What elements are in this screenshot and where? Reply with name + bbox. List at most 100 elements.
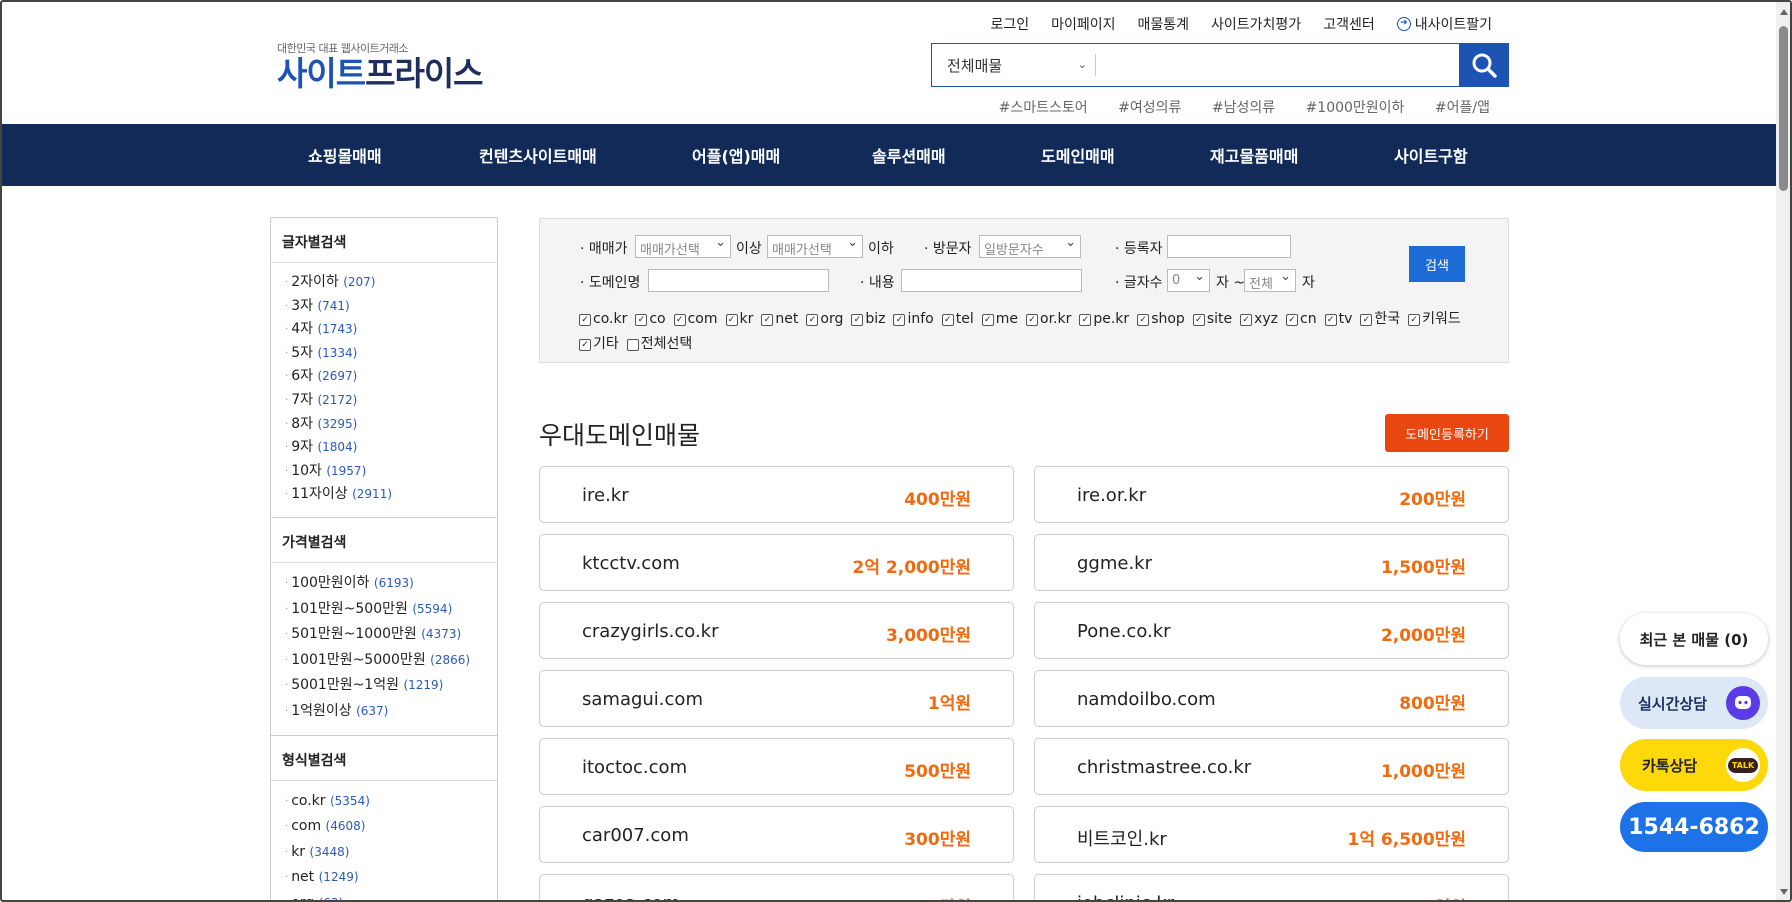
listing-card[interactable]: itoctoc.com 500만원 xyxy=(539,738,1014,795)
ext-checkbox[interactable]: ✓ site xyxy=(1192,307,1232,332)
ext-checkbox[interactable]: ✓ 키워드 xyxy=(1408,307,1461,332)
item-label: 101만원~500만원 xyxy=(291,600,408,617)
search-button[interactable] xyxy=(1459,43,1509,87)
gnb-content[interactable]: 컨텐츠사이트매매 xyxy=(479,143,597,167)
nav-sell-site[interactable]: ➜ 내사이트팔기 xyxy=(1396,14,1492,34)
ext-checkbox[interactable]: ✓ co.kr xyxy=(579,307,627,332)
ext-checkbox[interactable]: ✓ org xyxy=(806,307,843,332)
ext-checkbox[interactable]: ✓ pe.kr xyxy=(1079,307,1129,332)
listing-card[interactable]: 비트코인.kr 1억 6,500만원 xyxy=(1034,806,1509,863)
ext-checkbox[interactable]: ✓ kr xyxy=(725,307,753,332)
ext-checkbox[interactable]: ✓ cn xyxy=(1286,307,1317,332)
gnb-wanted[interactable]: 사이트구함 xyxy=(1394,143,1468,167)
gnb-solution[interactable]: 솔루션매매 xyxy=(872,143,946,167)
sidebar-price-item[interactable]: 501만원~1000만원 (4373) xyxy=(285,622,497,648)
kakao-chat-button[interactable]: 카톡상담 TALK xyxy=(1620,739,1768,791)
listing-card[interactable]: crazygirls.co.kr 3,000만원 xyxy=(539,602,1014,659)
sidebar-char-item[interactable]: 2자이하 (207) xyxy=(285,271,497,295)
live-chat-button[interactable]: 실시간상담 xyxy=(1620,677,1768,729)
sidebar-char-item[interactable]: 5자 (1334) xyxy=(285,342,497,366)
sidebar-price-item[interactable]: 100만원이하 (6193) xyxy=(285,571,497,597)
sidebar-format-item[interactable]: net (1249) xyxy=(285,865,497,891)
nav-support[interactable]: 고객센터 xyxy=(1323,14,1375,34)
filter-search-button[interactable]: 검색 xyxy=(1409,246,1465,282)
sidebar-price-item[interactable]: 5001만원~1억원 (1219) xyxy=(285,673,497,699)
gnb-inventory[interactable]: 재고물품매매 xyxy=(1210,143,1298,167)
ext-checkbox[interactable]: ✓ me xyxy=(981,307,1018,332)
ext-checkbox[interactable]: ✓ net xyxy=(761,307,798,332)
sidebar-format-item[interactable]: co.kr (5354) xyxy=(285,789,497,815)
register-domain-button[interactable]: 도메인등록하기 xyxy=(1385,414,1509,452)
ext-checkbox[interactable]: ✓ tel xyxy=(941,307,974,332)
scrollbar-thumb[interactable] xyxy=(1779,26,1788,191)
content-input[interactable] xyxy=(901,269,1082,292)
sidebar-char-item[interactable]: 4자 (1743) xyxy=(285,318,497,342)
sidebar-char-item[interactable]: 10자 (1957) xyxy=(285,460,497,484)
sidebar-price-item[interactable]: 1억원이상 (637) xyxy=(285,699,497,725)
listing-card[interactable]: gazea.com 1,000만원 xyxy=(539,874,1014,900)
ext-checkbox[interactable]: ✓ info xyxy=(893,307,934,332)
domain-input[interactable] xyxy=(648,269,829,292)
scroll-up-arrow-icon[interactable] xyxy=(1780,9,1788,15)
sidebar-format-item[interactable]: org (63) xyxy=(285,891,497,900)
listing-card[interactable]: ggme.kr 1,500만원 xyxy=(1034,534,1509,591)
chars-min-select[interactable]: 0 xyxy=(1167,269,1210,292)
ext-checkbox[interactable]: ✓ 한국 xyxy=(1360,307,1400,332)
sidebar-char-item[interactable]: 3자 (741) xyxy=(285,295,497,319)
chevron-down-icon: ⌄ xyxy=(1077,58,1087,71)
listing-card[interactable]: samagui.com 1억원 xyxy=(539,670,1014,727)
sidebar-char-item[interactable]: 9자 (1804) xyxy=(285,436,497,460)
chars-max-select[interactable]: 전체 xyxy=(1244,269,1296,292)
ext-checkbox[interactable]: ✓ shop xyxy=(1137,307,1185,332)
sidebar-char-item[interactable]: 6자 (2697) xyxy=(285,365,497,389)
price-max-select[interactable]: 매매가선택 xyxy=(767,235,863,258)
listing-card[interactable]: christmastree.co.kr 1,000만원 xyxy=(1034,738,1509,795)
sidebar-char-item[interactable]: 11자이상 (2911) xyxy=(285,483,497,507)
search-category-select[interactable]: 전체매물 ⌄ xyxy=(932,44,1095,86)
listing-card[interactable]: car007.com 300만원 xyxy=(539,806,1014,863)
scrollbar[interactable] xyxy=(1776,2,1790,900)
sidebar-price-item[interactable]: 101만원~500만원 (5594) xyxy=(285,597,497,623)
ext-checkbox[interactable]: ✓ xyz xyxy=(1240,307,1278,332)
nav-valuation[interactable]: 사이트가치평가 xyxy=(1211,14,1301,34)
checkbox-checked-icon: ✓ xyxy=(673,313,686,326)
sidebar-format-item[interactable]: kr (3448) xyxy=(285,840,497,866)
ext-checkbox[interactable]: ✓ co xyxy=(635,307,666,332)
gnb-shopping[interactable]: 쇼핑몰매매 xyxy=(308,143,382,167)
sidebar-char-item[interactable]: 8자 (3295) xyxy=(285,413,497,437)
sidebar-format-item[interactable]: com (4608) xyxy=(285,814,497,840)
nav-stats[interactable]: 매물통계 xyxy=(1137,14,1189,34)
nav-login[interactable]: 로그인 xyxy=(990,14,1029,34)
select-all-checkbox[interactable]: 전체선택 xyxy=(626,332,692,357)
listing-card[interactable]: namdoilbo.com 800만원 xyxy=(1034,670,1509,727)
visitor-select[interactable]: 일방문자수 xyxy=(979,235,1081,258)
search-input[interactable] xyxy=(1095,54,1459,76)
listing-card[interactable]: ire.kr 400만원 xyxy=(539,466,1014,523)
listing-domain: ggme.kr xyxy=(1077,553,1153,574)
price-min-select[interactable]: 매매가선택 xyxy=(635,235,731,258)
listing-card[interactable]: Pone.co.kr 2,000만원 xyxy=(1034,602,1509,659)
ext-checkbox[interactable]: ✓ com xyxy=(673,307,718,332)
listing-card[interactable]: ktcctv.com 2억 2,000만원 xyxy=(539,534,1014,591)
phone-button[interactable]: 1544-6862 xyxy=(1620,802,1768,852)
hashtag[interactable]: #어플/앱 xyxy=(1435,100,1490,116)
site-logo[interactable]: 대한민국 대표 웹사이트거래소 사이트프라이스 xyxy=(277,40,484,93)
listing-card[interactable]: ire.or.kr 200만원 xyxy=(1034,466,1509,523)
gnb-domain[interactable]: 도메인매매 xyxy=(1041,143,1115,167)
sidebar-char-item[interactable]: 7자 (2172) xyxy=(285,389,497,413)
ext-checkbox[interactable]: ✓ 기타 xyxy=(579,332,619,357)
ext-checkbox[interactable]: ✓ or.kr xyxy=(1026,307,1071,332)
hashtag[interactable]: #여성의류 xyxy=(1118,100,1181,116)
nav-mypage[interactable]: 마이페이지 xyxy=(1051,14,1115,34)
scroll-down-arrow-icon[interactable] xyxy=(1780,889,1788,895)
hashtag[interactable]: #남성의류 xyxy=(1212,100,1275,116)
listing-card[interactable]: jobclinic.kr 2억원 xyxy=(1034,874,1509,900)
registrant-input[interactable] xyxy=(1167,235,1291,258)
hashtag[interactable]: #스마트스토어 xyxy=(999,100,1088,116)
gnb-app[interactable]: 어플(앱)매매 xyxy=(692,143,780,167)
ext-checkbox[interactable]: ✓ tv xyxy=(1324,307,1352,332)
sidebar-price-item[interactable]: 1001만원~5000만원 (2866) xyxy=(285,648,497,674)
recent-viewed-button[interactable]: 최근 본 매물 (0) xyxy=(1620,613,1768,665)
hashtag[interactable]: #1000만원이하 xyxy=(1306,100,1405,116)
ext-checkbox[interactable]: ✓ biz xyxy=(851,307,885,332)
